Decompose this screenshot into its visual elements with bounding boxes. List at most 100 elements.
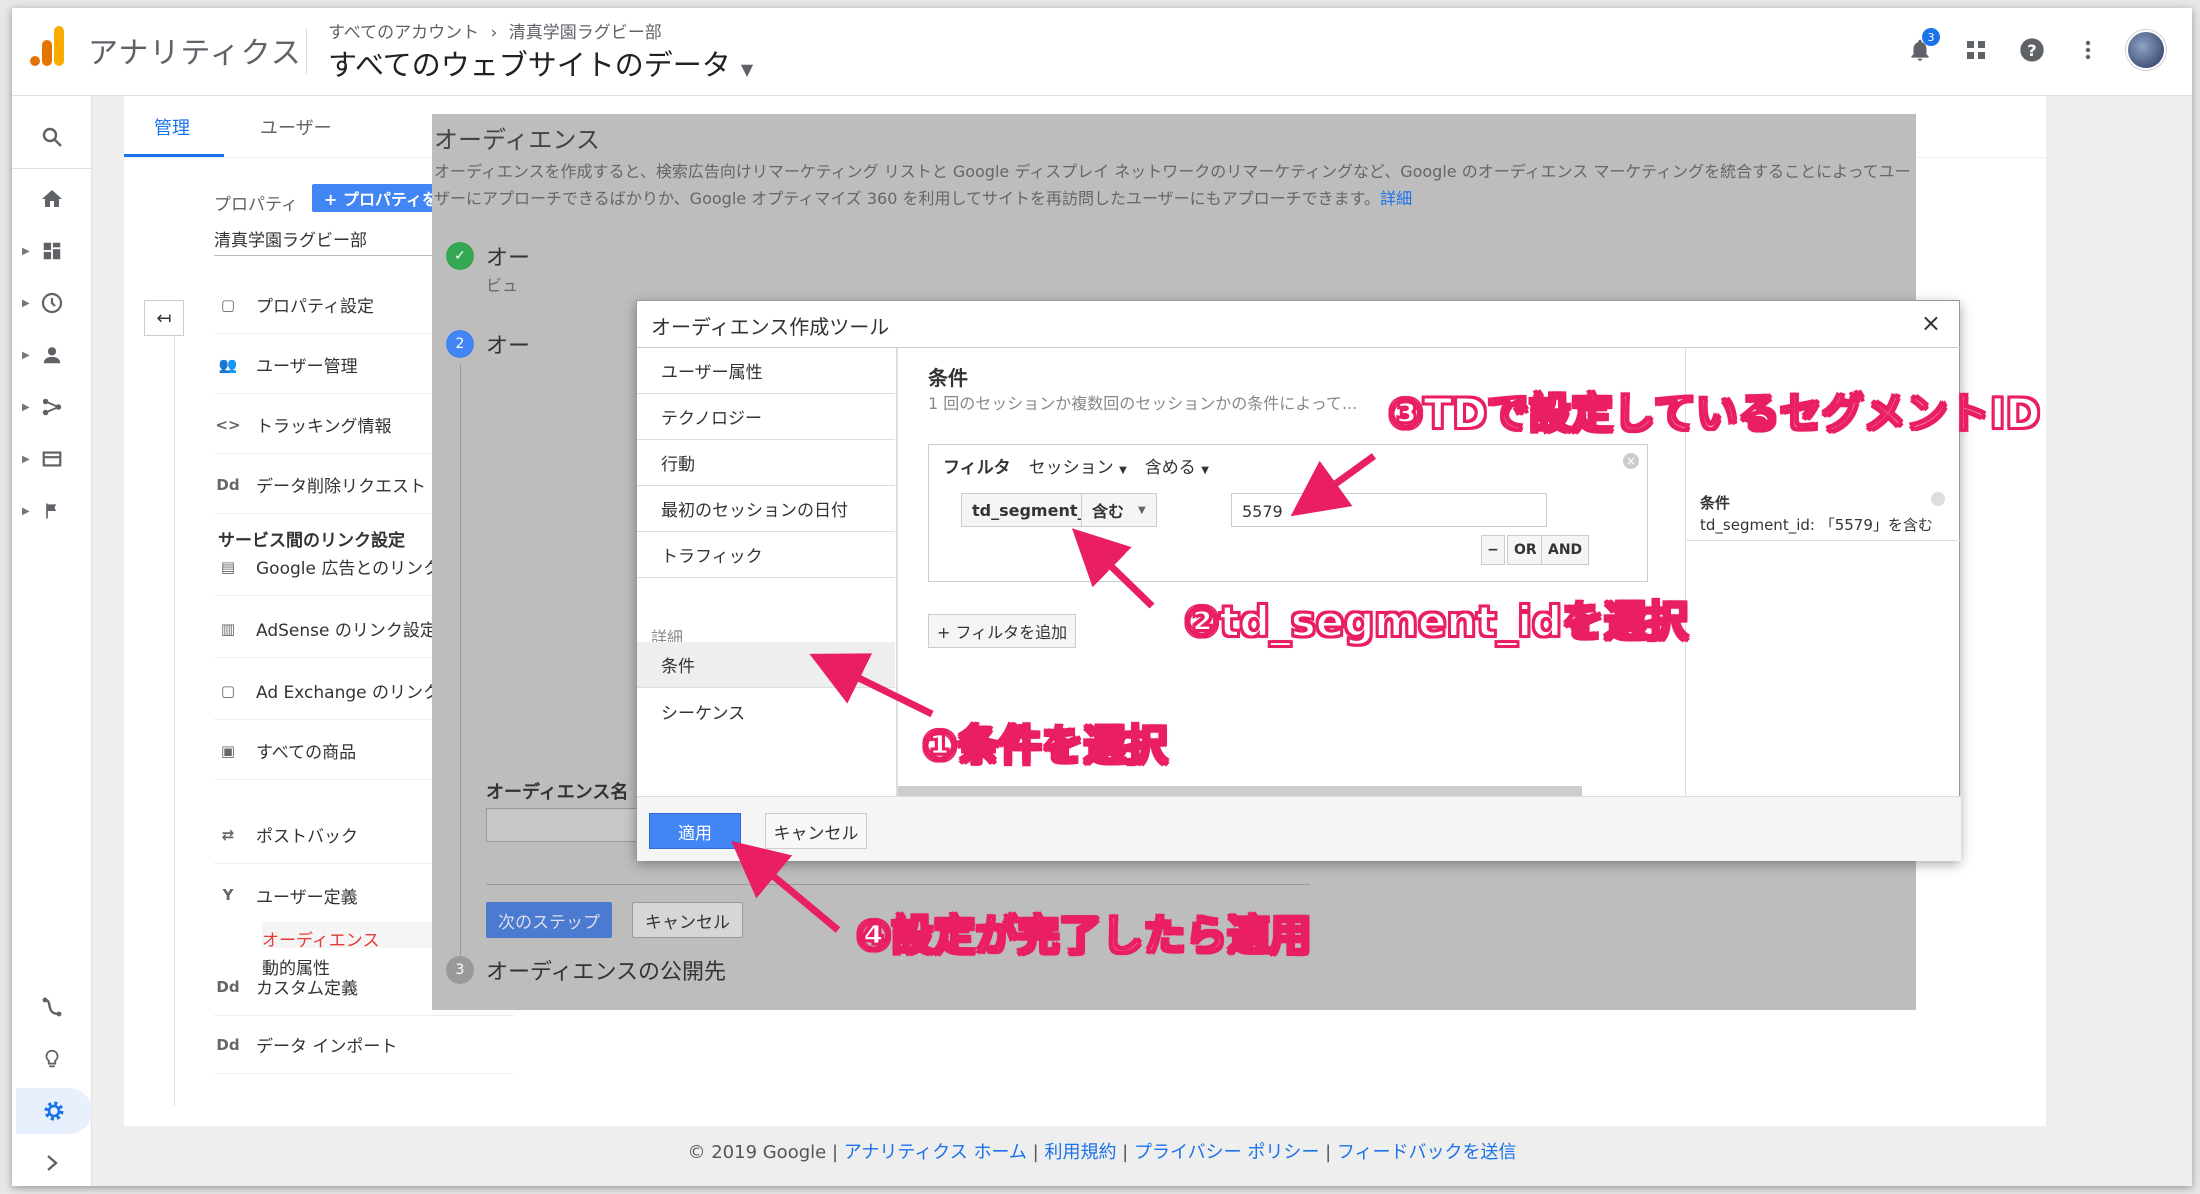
footer-link-feedback[interactable]: フィードバックを送信: [1337, 1142, 1517, 1163]
breadcrumb[interactable]: すべてのアカウント › 清真学園ラグビー部: [328, 18, 668, 43]
side-item-label: 条件: [661, 657, 695, 677]
search-icon: [42, 127, 62, 147]
step3-number: 3: [446, 956, 474, 984]
apps-button[interactable]: [1958, 32, 1994, 68]
side-item-technology[interactable]: テクノロジー: [637, 394, 895, 440]
dialog-sidebar: ユーザー属性 テクノロジー 行動 最初のセッションの日付 トラフィック 詳細 条…: [637, 348, 897, 796]
side-item-traffic[interactable]: トラフィック: [637, 532, 895, 578]
analytics-logo-icon[interactable]: [28, 24, 68, 68]
home-icon: [42, 190, 62, 207]
dashboard-icon: [43, 242, 61, 260]
step-line: [460, 364, 461, 964]
nav-attribution[interactable]: [12, 984, 92, 1030]
help-icon: ?: [2020, 38, 2044, 62]
dd-icon: Dd: [216, 977, 240, 996]
side-item-demographics[interactable]: ユーザー属性: [637, 348, 895, 394]
property-select-value: 清真学園ラグビー部: [214, 231, 367, 251]
dialog-cancel-button[interactable]: キャンセル: [765, 813, 867, 849]
menu-label: ユーザー定義: [256, 887, 358, 908]
nav-customization[interactable]: ▶: [12, 228, 92, 274]
remove-summary-icon[interactable]: [1931, 492, 1945, 506]
more-button[interactable]: [2070, 32, 2106, 68]
back-button[interactable]: ↤: [144, 300, 184, 336]
google-ads-icon: ▤: [220, 557, 236, 576]
menu-data-import[interactable]: Dd データ インポート: [214, 1016, 514, 1074]
add-filter-button[interactable]: + フィルタを追加: [928, 614, 1077, 648]
nav-conversions[interactable]: ▶: [12, 488, 92, 534]
menu-label: AdSense のリンク設定: [256, 621, 437, 641]
more-vert-icon: [2085, 40, 2091, 60]
summary-text: td_segment_id: 「5579」を含む: [1700, 516, 1933, 534]
side-item-behavior[interactable]: 行動: [637, 440, 895, 486]
next-step-button[interactable]: 次のステップ: [486, 902, 612, 938]
sub-item-audience[interactable]: オーディエンス: [262, 926, 379, 951]
nav-home[interactable]: [12, 176, 92, 222]
property-label: プロパティ: [214, 195, 298, 215]
side-item-conditions[interactable]: 条件 1: [637, 642, 895, 688]
nav-realtime[interactable]: ▶: [12, 280, 92, 326]
detail-link[interactable]: 詳細: [1380, 189, 1412, 208]
footer-link-home[interactable]: アナリティクス ホーム: [844, 1142, 1027, 1163]
tab-user[interactable]: ユーザー: [260, 114, 332, 140]
filter-value-input[interactable]: 5579: [1231, 493, 1547, 527]
side-item-sequences[interactable]: シーケンス: [637, 688, 895, 734]
side-item-first-session[interactable]: 最初のセッションの日付: [637, 486, 895, 532]
help-button[interactable]: ?: [2014, 32, 2050, 68]
behavior-icon: [42, 451, 62, 467]
back-arrow-icon: ↤: [156, 307, 172, 329]
flag-icon: [46, 503, 57, 519]
scope-select[interactable]: セッション ▼: [1029, 453, 1127, 478]
view-selector[interactable]: すべてのウェブサイトのデータ ▼: [328, 42, 753, 84]
expand-arrow-icon: ▶: [22, 401, 30, 413]
nav-admin[interactable]: [16, 1088, 92, 1134]
breadcrumb-property: 清真学園ラグビー部: [508, 23, 662, 43]
expand-arrow-icon: ▶: [22, 453, 30, 465]
notifications-button[interactable]: 3: [1902, 28, 1940, 68]
apply-button[interactable]: 適用: [649, 813, 741, 849]
menu-label: プロパティ設定: [256, 297, 374, 317]
nav-behavior[interactable]: ▶: [12, 436, 92, 482]
column-line: [174, 336, 175, 1106]
divider: [486, 884, 1310, 885]
annotation-2: ②td_segment_idを選択: [1183, 596, 1689, 647]
summary-title: 条件: [1700, 494, 1731, 512]
or-button[interactable]: OR: [1507, 535, 1544, 565]
operator-value: 含む: [1092, 502, 1125, 521]
apps-grid-icon: [1967, 41, 1985, 59]
tab-admin[interactable]: 管理: [154, 114, 190, 140]
gear-icon: [44, 1101, 64, 1121]
scope-value: セッション: [1028, 458, 1114, 478]
horizontal-scrollbar[interactable]: [898, 786, 1582, 796]
minus-button[interactable]: −: [1481, 535, 1505, 565]
footer-link-terms[interactable]: 利用規約: [1044, 1142, 1116, 1163]
user-definition-icon: Y: [222, 886, 234, 904]
nav-audience[interactable]: ▶: [12, 332, 92, 378]
nav-discover[interactable]: [12, 1036, 92, 1082]
divider: [306, 28, 307, 74]
expand-arrow-icon: ▶: [22, 349, 30, 361]
annotation-3: ③TDで設定しているセグメントID: [1387, 388, 2041, 439]
header-actions: 3 ?: [1902, 28, 2166, 70]
remove-filter-icon[interactable]: ×: [1623, 453, 1639, 469]
close-icon[interactable]: ×: [1921, 309, 1941, 337]
nav-search[interactable]: [12, 114, 92, 160]
operator-select[interactable]: 含む ▼: [1081, 493, 1157, 527]
include-select[interactable]: 含める ▼: [1145, 453, 1209, 478]
cancel-button[interactable]: キャンセル: [632, 902, 743, 938]
step1-subtitle: ビュ: [486, 276, 519, 295]
summary-divider: [1686, 540, 1960, 541]
people-icon: 👥: [218, 355, 238, 374]
audience-description: オーディエンスを作成すると、検索広告向けリマーケティング リストと Google…: [434, 158, 1914, 212]
nav-acquisition[interactable]: ▶: [12, 384, 92, 430]
filter-label: フィルタ: [943, 458, 1011, 478]
acquisition-icon: [42, 398, 62, 416]
left-nav: ▶ ▶ ▶ ▶ ▶ ▶: [12, 96, 92, 1186]
browser-window: アナリティクス すべてのアカウント › 清真学園ラグビー部 すべてのウェブサイト…: [12, 8, 2192, 1186]
caret-down-icon: ▼: [1119, 465, 1127, 476]
footer-link-privacy[interactable]: プライバシー ポリシー: [1134, 1142, 1319, 1163]
audience-name-label: オーディエンス名: [486, 782, 629, 803]
and-button[interactable]: AND: [1541, 535, 1590, 565]
step1-check-icon: ✓: [446, 242, 474, 270]
caret-down-icon: ▼: [1138, 504, 1146, 516]
avatar[interactable]: [2126, 30, 2166, 70]
